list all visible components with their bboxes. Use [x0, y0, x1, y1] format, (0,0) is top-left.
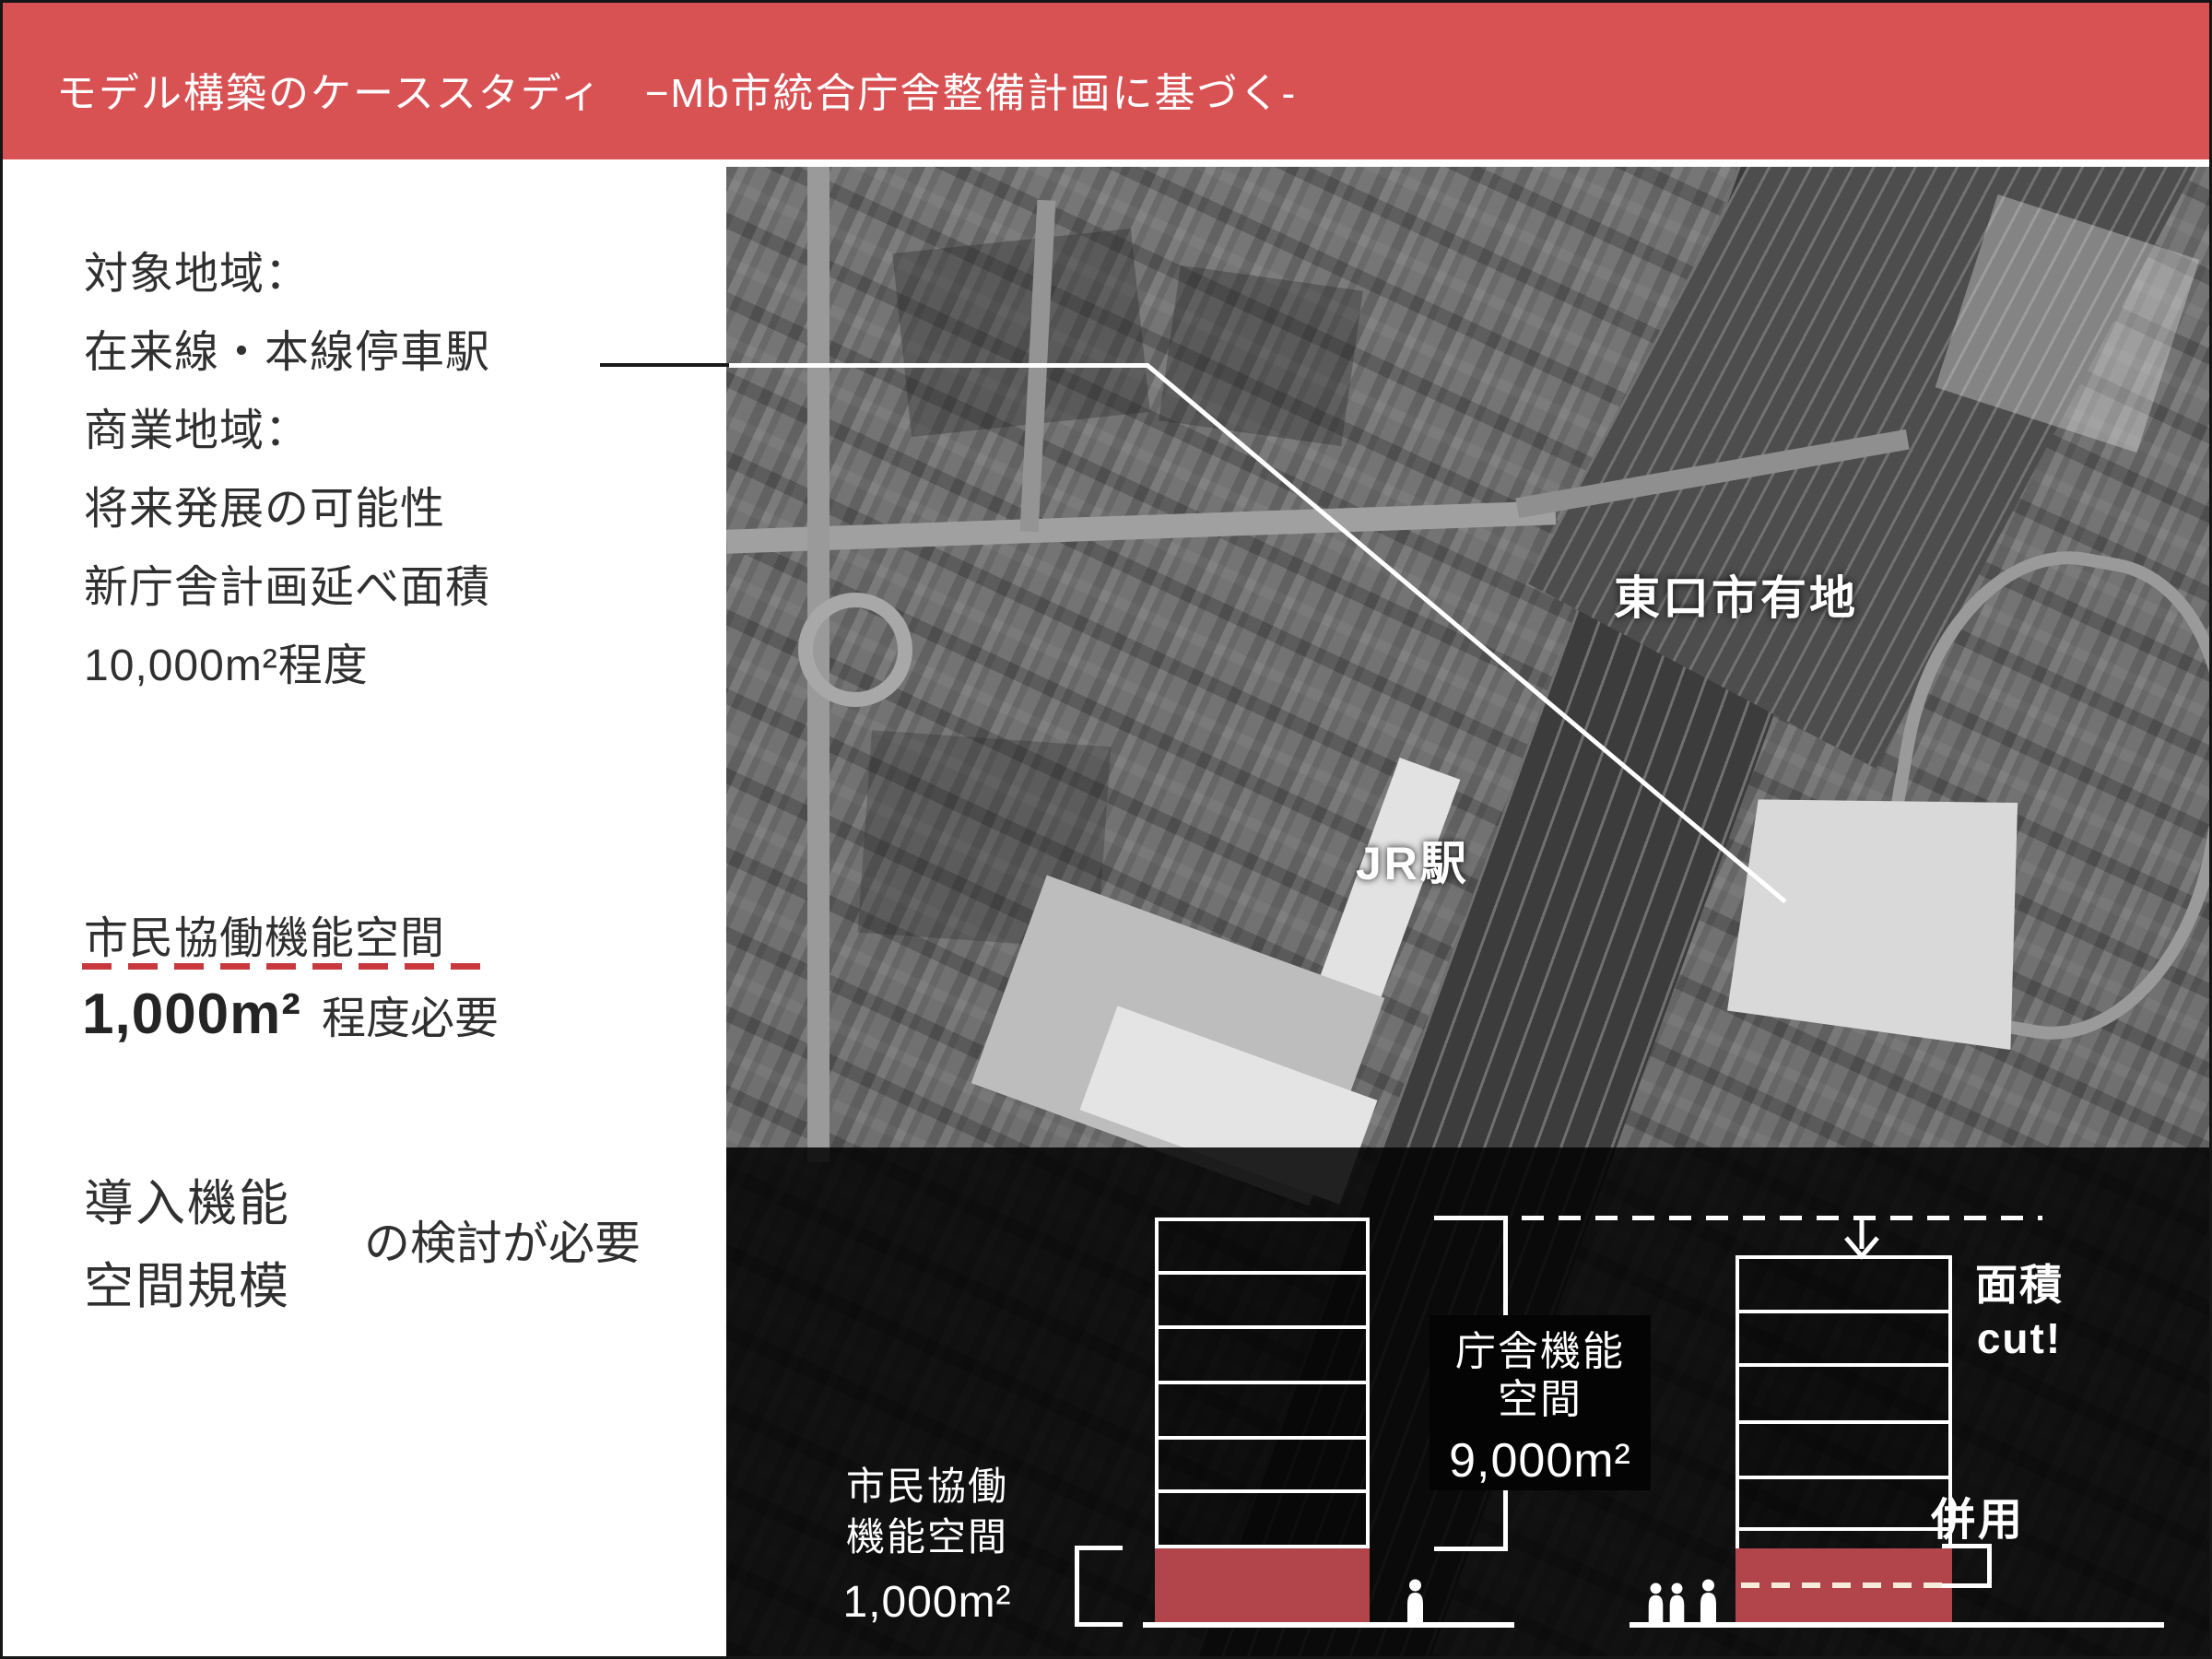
- roundabout: [798, 593, 912, 707]
- red-dashed-underline: [82, 963, 480, 970]
- page-title: モデル構築のケーススタディ −Mb市統合庁舎整備計画に基づく-: [3, 43, 1297, 119]
- wall-connector: [1735, 1529, 1739, 1550]
- map-label-jr-station: JR駅: [1356, 827, 1469, 893]
- person-icon: [1404, 1579, 1427, 1623]
- policy-line2: 空間規模: [84, 1245, 290, 1318]
- floor-line: [1159, 1436, 1366, 1440]
- floor-line: [1739, 1310, 1948, 1313]
- bracket-1000-vertical: [1075, 1546, 1079, 1627]
- building-right: [1735, 1255, 1952, 1531]
- bracket-9000-top-tick: [1434, 1216, 1508, 1220]
- condition-line: 10,000m²程度: [84, 627, 490, 705]
- citizen-space-bottom-label: 市民協働 機能空間 1,000m²: [826, 1461, 1029, 1628]
- floor-line: [1739, 1476, 1948, 1479]
- citizen-space-title: 市民協働機能空間: [84, 901, 445, 966]
- cut-line1: 面積: [1964, 1258, 2075, 1312]
- bracket-shared-bottom-tick: [1942, 1583, 1992, 1588]
- condition-line: 商業地域：: [84, 392, 490, 470]
- slide: モデル構築のケーススタディ −Mb市統合庁舎整備計画に基づく- 東口市有地 JR…: [0, 0, 2212, 1659]
- city-block: [1159, 265, 1363, 446]
- floor-line: [1159, 1489, 1366, 1493]
- height-dashed-line: [1522, 1216, 2042, 1220]
- person-icon: [1697, 1579, 1720, 1623]
- building-left: [1155, 1218, 1370, 1548]
- floor-line: [1739, 1420, 1948, 1424]
- bracket-1000-top-tick: [1075, 1546, 1123, 1550]
- city-block: [892, 229, 1149, 437]
- leader-line-black: [600, 363, 729, 367]
- floor-line: [1159, 1325, 1366, 1329]
- ground-line-left: [1143, 1622, 1514, 1628]
- office-label-line2: 空間: [1430, 1376, 1651, 1424]
- cut-line2: cut!: [1964, 1312, 2075, 1365]
- citizen-floor-left: [1155, 1548, 1370, 1622]
- citizen-space-value-row: 1,000m² 程度必要: [82, 982, 499, 1047]
- leader-line-horizontal: [729, 363, 1148, 368]
- east-exit-site-plot: [1712, 782, 2034, 1069]
- citizen-space-value: 1,000m²: [82, 982, 301, 1047]
- bracket-1000-bottom-tick: [1075, 1622, 1123, 1627]
- condition-line: 対象地域：: [84, 235, 490, 313]
- bottom-label-line2: 機能空間: [826, 1512, 1029, 1562]
- floor-line: [1159, 1381, 1366, 1384]
- shared-use-label: 併用: [1931, 1483, 2025, 1547]
- floor-line: [1739, 1363, 1948, 1367]
- map-label-east-site: 東口市有地: [1614, 561, 1858, 628]
- policy-note: の検討が必要: [364, 1206, 641, 1273]
- citizen-space-suffix: 程度必要: [322, 982, 499, 1046]
- header-banner: モデル構築のケーススタディ −Mb市統合庁舎整備計画に基づく-: [3, 3, 2209, 159]
- person-icon: [1645, 1583, 1666, 1623]
- bottom-label-value: 1,000m²: [826, 1577, 1029, 1628]
- policy-line1: 導入機能: [84, 1162, 290, 1235]
- condition-line: 在来線・本線停車駅: [84, 313, 490, 392]
- office-space-label: 庁舎機能 空間 9,000m²: [1430, 1315, 1651, 1490]
- bottom-label-line1: 市民協働: [826, 1461, 1029, 1512]
- office-label-value: 9,000m²: [1430, 1433, 1651, 1488]
- road: [726, 500, 1556, 553]
- office-label-line1: 庁舎機能: [1430, 1328, 1651, 1376]
- conditions-list: 対象地域： 在来線・本線停車駅 商業地域： 将来発展の可能性 新庁舎計画延べ面積…: [84, 235, 490, 705]
- shared-use-dashed-line: [1741, 1583, 1947, 1588]
- floor-line: [1159, 1271, 1366, 1275]
- bracket-shared-vertical: [1987, 1544, 1992, 1588]
- area-cut-label: 面積 cut!: [1964, 1258, 2075, 1365]
- bracket-shared-top-tick: [1942, 1544, 1992, 1548]
- person-icon: [1666, 1583, 1688, 1623]
- condition-line: 将来発展の可能性: [84, 470, 490, 548]
- condition-line: 新庁舎計画延べ面積: [84, 548, 490, 627]
- bracket-9000-bottom-tick: [1434, 1547, 1508, 1551]
